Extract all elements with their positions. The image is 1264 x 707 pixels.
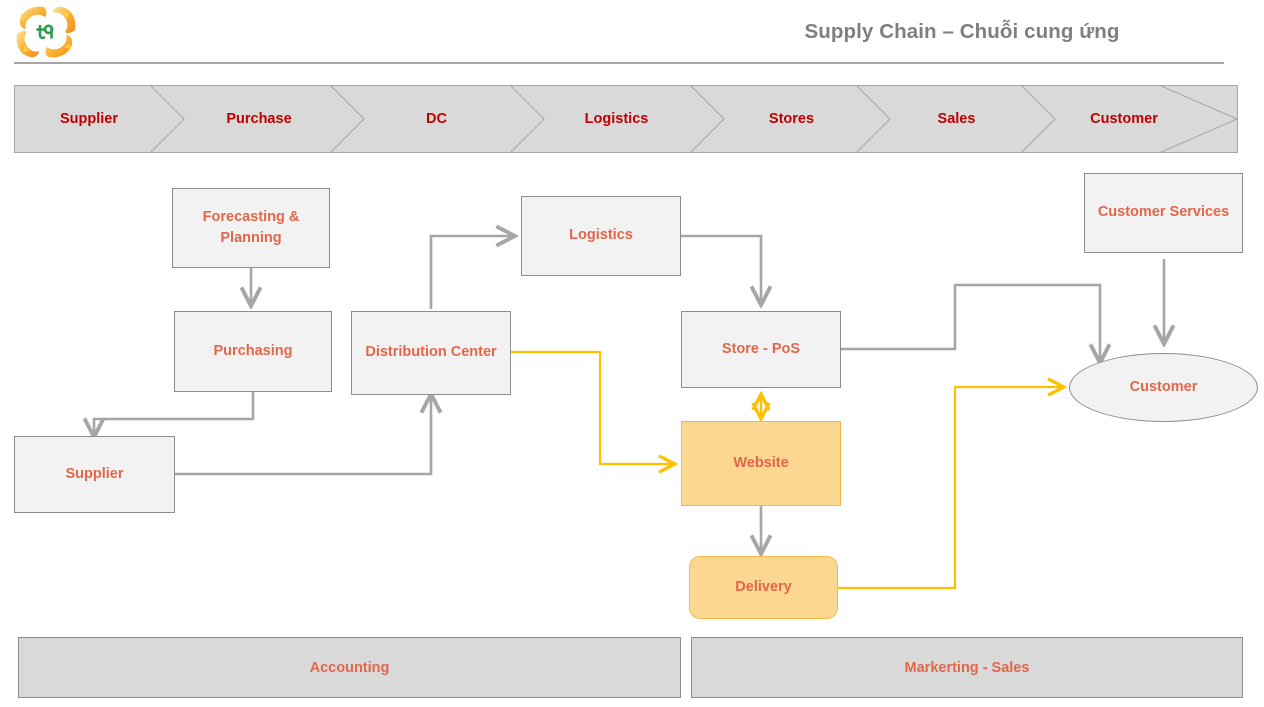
band-marketing-sales[interactable]: Markerting - Sales (691, 637, 1243, 698)
supply-chain-diagram: Supply Chain – Chuỗi cung ứng Supplier P… (0, 0, 1264, 707)
band-label-marketing-sales: Markerting - Sales (904, 659, 1030, 676)
node-label-customer: Customer (1129, 378, 1198, 395)
header-divider (14, 62, 1224, 64)
chevron-label-logistics: Logistics (584, 111, 649, 127)
chevron-label-customer: Customer (1090, 111, 1158, 127)
node-delivery[interactable]: Delivery (689, 556, 838, 619)
chevron-label-stores: Stores (768, 111, 815, 127)
node-supplier[interactable]: Supplier (14, 436, 175, 513)
band-label-accounting: Accounting (309, 659, 390, 676)
chevron-label-supplier: Supplier (59, 111, 118, 127)
node-label-supplier: Supplier (65, 465, 124, 482)
node-label-distribution-center: Distribution Center (365, 344, 497, 361)
chevron-label-sales: Sales (937, 111, 976, 127)
node-label-store-pos: Store - PoS (721, 340, 801, 357)
node-label-purchasing: Purchasing (213, 342, 293, 359)
band-accounting[interactable]: Accounting (18, 637, 681, 698)
node-label-logistics: Logistics (569, 227, 633, 244)
node-logistics[interactable]: Logistics (521, 196, 681, 276)
node-distribution-center[interactable]: Distribution Center (351, 311, 511, 395)
chevron-segment-supplier[interactable]: Supplier (14, 85, 164, 153)
koi-fish-logo (14, 4, 78, 60)
node-label-website: Website (733, 454, 789, 471)
chevron-segment-purchase[interactable]: Purchase (174, 85, 344, 153)
node-forecasting-planning[interactable]: Forecasting & Planning (172, 188, 330, 268)
chevron-segment-stores[interactable]: Stores (714, 85, 869, 153)
chevron-segment-customer[interactable]: Customer (1044, 85, 1204, 153)
node-label-delivery: Delivery (735, 578, 792, 595)
chevron-segment-sales[interactable]: Sales (879, 85, 1034, 153)
page-title: Supply Chain – Chuỗi cung ứng (804, 20, 1120, 43)
process-chevron-band: Supplier Purchase DC Logistics Stores Sa… (14, 85, 1238, 153)
node-website[interactable]: Website (681, 421, 841, 506)
node-purchasing[interactable]: Purchasing (174, 311, 332, 392)
chevron-label-purchase: Purchase (226, 111, 292, 127)
chevron-label-dc: DC (426, 111, 447, 127)
node-customer-services[interactable]: Customer Services (1084, 173, 1243, 253)
node-label-forecasting-planning: Forecasting & Planning (202, 208, 300, 246)
node-customer[interactable]: Customer (1069, 353, 1258, 422)
node-store-pos[interactable]: Store - PoS (681, 311, 841, 388)
chevron-segment-dc[interactable]: DC (354, 85, 519, 153)
node-label-customer-services: Customer Services (1097, 204, 1230, 221)
chevron-segment-logistics[interactable]: Logistics (529, 85, 704, 153)
